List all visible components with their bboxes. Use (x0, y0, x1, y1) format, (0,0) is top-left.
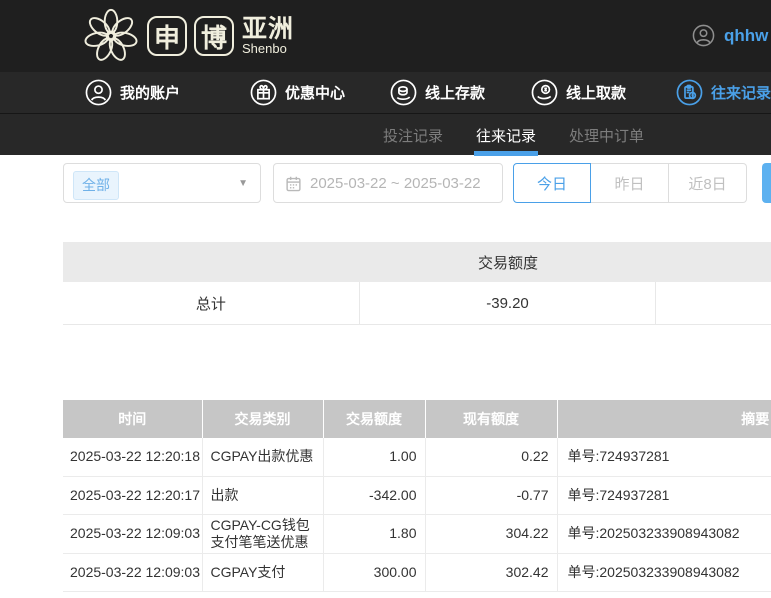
cell-balance: -0.77 (425, 476, 558, 515)
logo-region-text: 亚洲 (242, 15, 295, 44)
table-row: 2025-03-22 12:20:17 出款 -342.00 -0.77 单号:… (63, 476, 771, 515)
yesterday-button[interactable]: 昨日 (591, 163, 669, 203)
cell-note: 单号:724937281 (557, 438, 771, 477)
nav-item-online-withdraw[interactable]: 线上取款 (531, 72, 626, 113)
col-header-time: 时间 (63, 400, 203, 438)
username-text[interactable]: qhhw (724, 26, 768, 46)
summary-total-label: 总计 (63, 282, 360, 324)
last-8-days-button[interactable]: 近8日 (669, 163, 747, 203)
cell-amount: -342.00 (323, 476, 426, 515)
cell-balance: 0.22 (425, 438, 558, 477)
table-row: 2025-03-22 12:09:03 CGPAY-CG钱包支付笔笔送优惠 1.… (63, 514, 771, 554)
col-header-balance: 现有额度 (425, 400, 558, 438)
nav-item-transaction-records[interactable]: 往来记录 (676, 72, 771, 113)
logo-char-shen: 申 (147, 16, 187, 56)
flower-logo-icon (84, 8, 138, 61)
records-icon (676, 79, 703, 106)
table-row: 2025-03-22 12:20:18 CGPAY出款优惠 1.00 0.22 … (63, 438, 771, 477)
logo-subtitle: Shenbo (242, 41, 287, 57)
summary-empty-cell (656, 282, 771, 324)
top-header-bar: 申 博 亚洲 Shenbo qhhw (0, 0, 771, 72)
cell-type: CGPAY-CG钱包支付笔笔送优惠 (202, 514, 324, 554)
tab-pending-orders[interactable]: 处理中订单 (569, 114, 644, 156)
records-header-row: 时间 交易类别 交易额度 现有额度 摘要 (63, 400, 771, 438)
records-table: 时间 交易类别 交易额度 现有额度 摘要 2025-03-22 12:20:18… (63, 400, 771, 592)
type-selected-chip[interactable]: 全部 (73, 171, 119, 200)
today-button[interactable]: 今日 (513, 163, 591, 203)
promo-icon (250, 79, 277, 106)
summary-total-value: -39.20 (360, 282, 657, 324)
calendar-icon (286, 176, 301, 191)
nav-label: 线上取款 (566, 85, 627, 102)
nav-label: 我的账户 (120, 85, 181, 102)
nav-label: 线上存款 (425, 85, 486, 102)
cell-balance: 304.22 (425, 514, 558, 554)
withdraw-icon (531, 79, 558, 106)
shenbo-logo[interactable]: 申 博 亚洲 Shenbo (82, 7, 294, 65)
avatar-icon (692, 24, 715, 47)
cell-type: CGPAY出款优惠 (202, 438, 324, 477)
col-header-amount: 交易额度 (323, 400, 426, 438)
cell-time: 2025-03-22 12:20:18 (63, 438, 203, 477)
date-range-input[interactable]: 2025-03-22 ~ 2025-03-22 (273, 163, 503, 203)
nav-item-online-deposit[interactable]: 线上存款 (390, 72, 485, 113)
tab-bet-records[interactable]: 投注记录 (383, 114, 443, 156)
cell-balance: 302.42 (425, 553, 558, 592)
nav-item-promo-center[interactable]: 优惠中心 (250, 72, 345, 113)
record-tabs: 投注记录 往来记录 处理中订单 (383, 114, 644, 156)
logo-char-bo: 博 (194, 16, 234, 56)
cell-note: 单号:202503233908943082 (557, 514, 771, 554)
cell-amount: 1.00 (323, 438, 426, 477)
tab-transaction-records[interactable]: 往来记录 (474, 114, 539, 156)
cell-time: 2025-03-22 12:09:03 (63, 553, 203, 592)
cell-time: 2025-03-22 12:09:03 (63, 514, 203, 554)
search-button[interactable] (762, 163, 771, 203)
cell-time: 2025-03-22 12:20:17 (63, 476, 203, 515)
col-header-note: 摘要 (557, 400, 771, 438)
quick-date-buttons: 今日 昨日 近8日 (513, 163, 747, 203)
date-range-value: 2025-03-22 ~ 2025-03-22 (310, 174, 481, 192)
table-row: 2025-03-22 12:09:03 CGPAY支付 300.00 302.4… (63, 553, 771, 592)
nav-item-my-account[interactable]: 我的账户 (85, 72, 180, 113)
cell-type: 出款 (202, 476, 324, 515)
type-select[interactable]: 全部 ▼ (63, 163, 261, 203)
chevron-down-icon: ▼ (238, 178, 248, 189)
nav-label: 往来记录 (711, 85, 771, 102)
summary-total-row: 总计 -39.20 (63, 282, 771, 325)
cell-note: 单号:202503233908943082 (557, 553, 771, 592)
cell-amount: 1.80 (323, 514, 426, 554)
page: 申 博 亚洲 Shenbo qhhw 我的账户 优惠中心 线上存款 线上取款 往… (0, 0, 771, 598)
subnav-bar: 投注记录 往来记录 处理中订单 (0, 113, 771, 156)
cell-type: CGPAY支付 (202, 553, 324, 592)
user-account[interactable]: qhhw (692, 24, 768, 47)
cell-note: 单号:724937281 (557, 476, 771, 515)
col-header-type: 交易类别 (202, 400, 324, 438)
main-navbar: 我的账户 优惠中心 线上存款 线上取款 往来记录 (0, 72, 771, 113)
nav-label: 优惠中心 (285, 85, 346, 102)
summary-header: 交易额度 (63, 242, 771, 282)
cell-amount: 300.00 (323, 553, 426, 592)
account-icon (85, 79, 112, 106)
summary-table: 交易额度 总计 -39.20 (63, 242, 771, 325)
deposit-icon (390, 79, 417, 106)
